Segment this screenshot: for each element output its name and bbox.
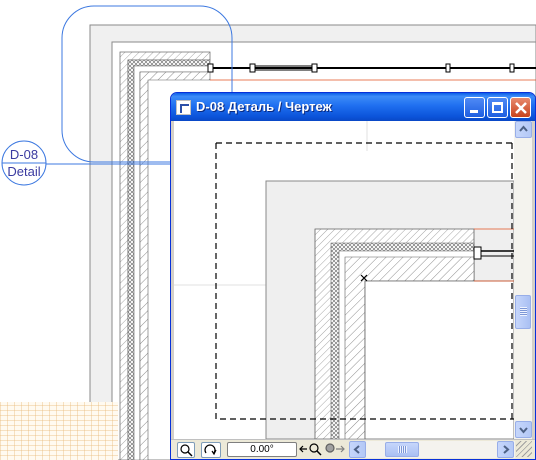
- vertical-scroll-thumb[interactable]: [515, 295, 531, 329]
- window-bottom-toolbar: 0.00°: [171, 439, 535, 459]
- zoom-out-button[interactable]: [299, 442, 323, 458]
- scroll-left-button[interactable]: [349, 441, 366, 458]
- zoom-in-button[interactable]: [324, 442, 346, 458]
- detail-window-icon: [176, 100, 191, 115]
- window-titlebar[interactable]: D-08 Деталь / Чертеж: [171, 93, 535, 121]
- detail-window[interactable]: D-08 Деталь / Чертеж 0.00°: [170, 92, 536, 460]
- minimize-button[interactable]: [464, 97, 485, 118]
- close-icon: [515, 102, 527, 114]
- scroll-right-button[interactable]: [497, 441, 514, 458]
- rotate-icon: [204, 444, 217, 456]
- window-title: D-08 Деталь / Чертеж: [196, 99, 332, 114]
- marker-id-label: D-08: [9, 147, 39, 162]
- rotation-angle-field[interactable]: 0.00°: [227, 442, 297, 457]
- maximize-icon: [492, 102, 503, 113]
- arrow-up-icon: [519, 125, 528, 132]
- scroll-down-button[interactable]: [515, 421, 532, 438]
- arrow-down-icon: [519, 427, 528, 434]
- minimize-icon: [470, 110, 478, 113]
- close-button[interactable]: [510, 97, 531, 118]
- vertical-scrollbar[interactable]: [514, 121, 532, 439]
- arrow-left-icon: [353, 445, 360, 454]
- horizontal-scrollbar[interactable]: [349, 441, 515, 458]
- marker-type-label: Detail: [7, 164, 41, 179]
- zoom-out-icon: [299, 443, 322, 456]
- horizontal-scroll-thumb[interactable]: [385, 442, 419, 457]
- maximize-button[interactable]: [487, 97, 508, 118]
- resize-grip[interactable]: [516, 441, 532, 457]
- zoom-previous-icon: [325, 443, 345, 453]
- magnifier-icon: [180, 444, 193, 457]
- detail-drawing-area[interactable]: [174, 121, 514, 439]
- zoom-button[interactable]: [177, 442, 195, 458]
- scroll-up-button[interactable]: [515, 121, 532, 138]
- rotate-view-button[interactable]: [201, 442, 221, 458]
- arrow-right-icon: [503, 445, 510, 454]
